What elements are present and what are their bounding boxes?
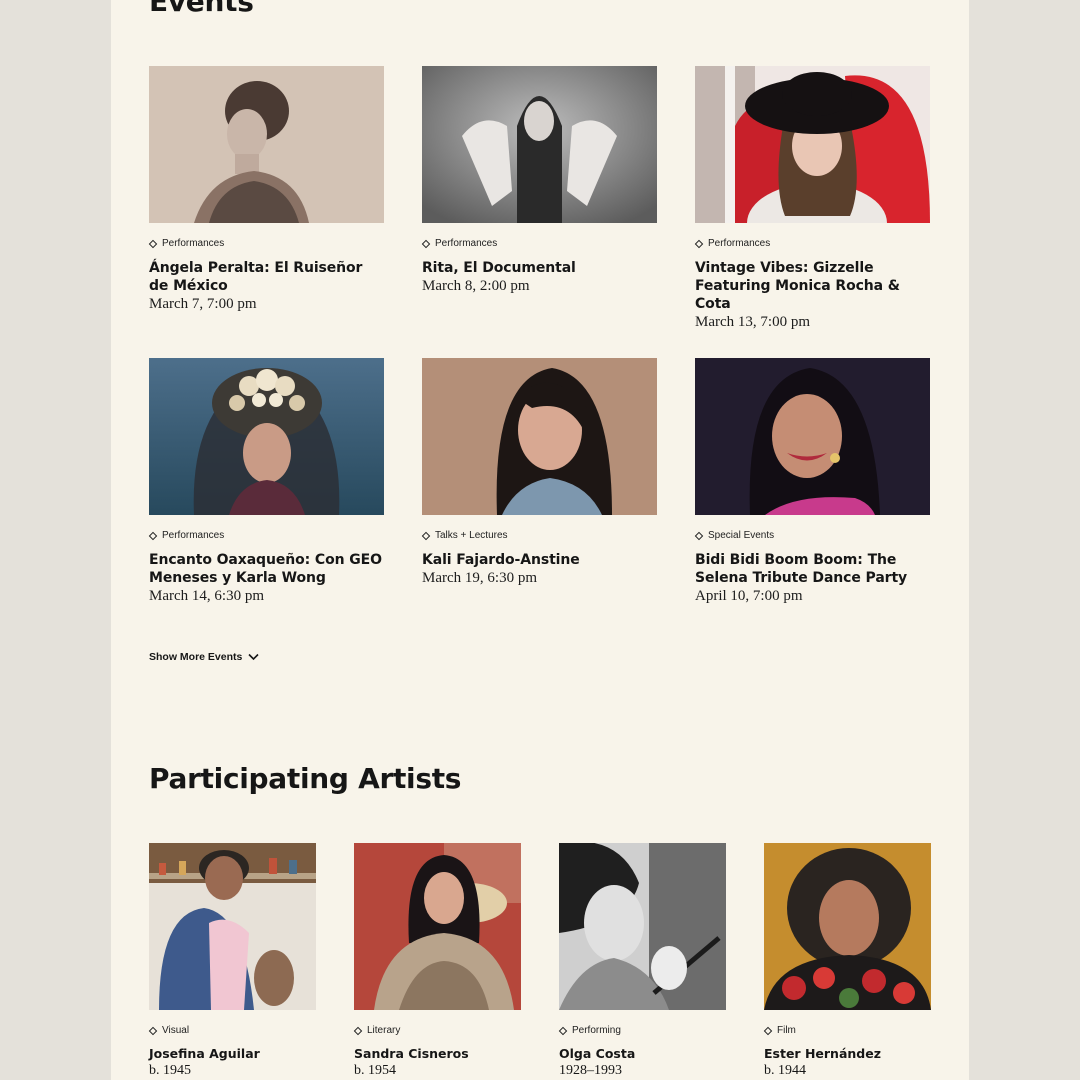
event-title[interactable]: Bidi Bidi Boom Boom: The Selena Tribute …	[695, 551, 930, 587]
event-title[interactable]: Vintage Vibes: Gizzelle Featuring Monica…	[695, 259, 930, 313]
category-label: Performances	[162, 530, 225, 541]
artist-image-sandra-cisneros[interactable]	[354, 843, 521, 1010]
category-label: Talks + Lectures	[435, 530, 508, 541]
event-image-encanto-oaxaqueno[interactable]	[149, 358, 384, 515]
artist-years: b. 1954	[354, 1063, 396, 1078]
artist-category: Literary	[353, 1025, 521, 1037]
category-label: Performances	[162, 238, 225, 249]
event-card[interactable]: Performances Ángela Peralta: El Ruiseñor…	[148, 66, 384, 314]
event-title[interactable]: Kali Fajardo-Anstine	[422, 551, 657, 569]
diamond-icon	[148, 1026, 158, 1036]
category-label: Performing	[572, 1025, 621, 1036]
category-label: Visual	[162, 1025, 190, 1036]
category-label: Literary	[367, 1025, 401, 1036]
event-card[interactable]: Talks + Lectures Kali Fajardo-Anstine Ma…	[421, 358, 657, 588]
category-label: Special Events	[708, 530, 775, 541]
show-more-label: Show More Events	[149, 651, 243, 663]
artist-card[interactable]: Film Ester Hernández b. 1944	[763, 843, 931, 1079]
artist-name[interactable]: Sandra Cisneros	[354, 1046, 521, 1062]
event-category: Performances	[148, 238, 384, 250]
event-image-selena-tribute[interactable]	[695, 358, 930, 515]
event-card[interactable]: Special Events Bidi Bidi Boom Boom: The …	[694, 358, 930, 606]
event-card[interactable]: Performances Vintage Vibes: Gizzelle Fea…	[694, 66, 930, 332]
event-image-kali-fajardo-anstine[interactable]	[422, 358, 657, 515]
artist-card[interactable]: Visual Josefina Aguilar b. 1945	[148, 843, 316, 1079]
category-label: Performances	[708, 238, 771, 249]
event-date: March 13, 7:00 pm	[695, 314, 810, 330]
event-category: Performances	[421, 238, 657, 250]
event-category: Talks + Lectures	[421, 530, 657, 542]
chevron-down-icon	[248, 653, 259, 661]
artist-name[interactable]: Josefina Aguilar	[149, 1046, 316, 1062]
event-image-vintage-vibes[interactable]	[695, 66, 930, 223]
event-image-angela-peralta[interactable]	[149, 66, 384, 223]
main-content-panel: Events Performances Ángela Peralta: El R…	[111, 0, 969, 1080]
artist-image-josefina-aguilar[interactable]	[149, 843, 316, 1010]
diamond-icon	[694, 531, 704, 541]
artist-name[interactable]: Olga Costa	[559, 1046, 726, 1062]
event-date: April 10, 7:00 pm	[695, 588, 803, 604]
diamond-icon	[763, 1026, 773, 1036]
artist-category: Visual	[148, 1025, 316, 1037]
event-category: Performances	[694, 238, 930, 250]
artist-years: 1928–1993	[559, 1063, 622, 1078]
event-category: Performances	[148, 530, 384, 542]
category-label: Film	[777, 1025, 796, 1036]
event-date: March 8, 2:00 pm	[422, 278, 530, 294]
artist-years: b. 1945	[149, 1063, 191, 1078]
artist-image-olga-costa[interactable]	[559, 843, 726, 1010]
event-title[interactable]: Rita, El Documental	[422, 259, 657, 277]
diamond-icon	[694, 239, 704, 249]
events-section-title: Events	[149, 0, 254, 18]
show-more-events-button[interactable]: Show More Events	[149, 651, 259, 663]
event-date: March 19, 6:30 pm	[422, 570, 537, 586]
event-card[interactable]: Performances Encanto Oaxaqueño: Con GEO …	[148, 358, 384, 606]
event-category: Special Events	[694, 530, 930, 542]
category-label: Performances	[435, 238, 498, 249]
artist-name[interactable]: Ester Hernández	[764, 1046, 931, 1062]
event-image-rita[interactable]	[422, 66, 657, 223]
event-card[interactable]: Performances Rita, El Documental March 8…	[421, 66, 657, 296]
artist-card[interactable]: Literary Sandra Cisneros b. 1954	[353, 843, 521, 1079]
event-title[interactable]: Ángela Peralta: El Ruiseñor de México	[149, 259, 384, 295]
artist-card[interactable]: Performing Olga Costa 1928–1993	[558, 843, 726, 1079]
artist-category: Film	[763, 1025, 931, 1037]
diamond-icon	[421, 531, 431, 541]
diamond-icon	[558, 1026, 568, 1036]
diamond-icon	[148, 531, 158, 541]
event-date: March 7, 7:00 pm	[149, 296, 257, 312]
event-date: March 14, 6:30 pm	[149, 588, 264, 604]
diamond-icon	[353, 1026, 363, 1036]
artist-years: b. 1944	[764, 1063, 806, 1078]
artist-category: Performing	[558, 1025, 726, 1037]
artists-section-title: Participating Artists	[149, 762, 462, 795]
event-title[interactable]: Encanto Oaxaqueño: Con GEO Meneses y Kar…	[149, 551, 384, 587]
artist-image-ester-hernandez[interactable]	[764, 843, 931, 1010]
diamond-icon	[421, 239, 431, 249]
diamond-icon	[148, 239, 158, 249]
